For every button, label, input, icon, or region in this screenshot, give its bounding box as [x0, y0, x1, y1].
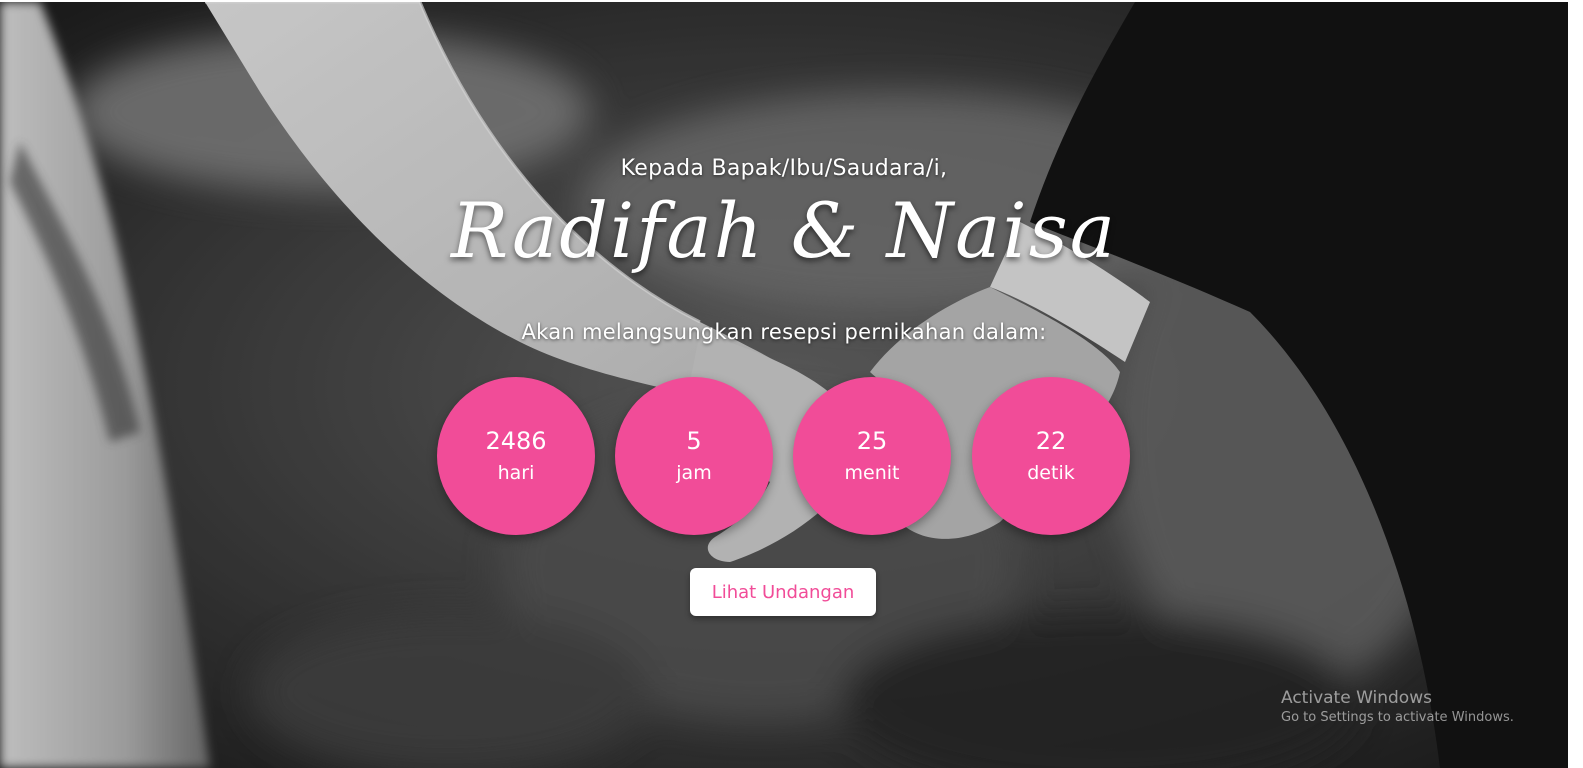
greeting-text: Kepada Bapak/Ibu/Saudara/i,	[620, 156, 948, 181]
countdown-minutes-label: menit	[844, 462, 900, 484]
countdown-minutes-value: 25	[856, 427, 888, 455]
hero-section: Kepada Bapak/Ibu/Saudara/i, Radifah & Na…	[0, 2, 1568, 768]
countdown-seconds: 22 detik	[972, 377, 1130, 535]
view-invitation-button[interactable]: Lihat Undangan	[690, 568, 876, 616]
reception-subtitle: Akan melangsungkan resepsi pernikahan da…	[521, 320, 1047, 344]
countdown-days-label: hari	[497, 462, 535, 484]
countdown-timer: 2486 hari 5 jam 25 menit 22 detik	[437, 377, 1131, 535]
couple-names-title: Radifah & Naisa	[450, 186, 1118, 275]
countdown-days-value: 2486	[485, 427, 547, 455]
watermark-subtitle: Go to Settings to activate Windows.	[1281, 710, 1514, 725]
countdown-hours-label: jam	[676, 462, 712, 484]
countdown-hours-value: 5	[686, 427, 702, 455]
countdown-seconds-value: 22	[1035, 427, 1067, 455]
watermark-title: Activate Windows	[1281, 688, 1432, 708]
countdown-days: 2486 hari	[437, 377, 595, 535]
countdown-hours: 5 jam	[615, 377, 773, 535]
countdown-seconds-label: detik	[1027, 462, 1075, 484]
invitation-content: Kepada Bapak/Ibu/Saudara/i, Radifah & Na…	[0, 2, 1568, 768]
windows-activation-watermark: Activate Windows Go to Settings to activ…	[1281, 687, 1514, 727]
countdown-minutes: 25 menit	[793, 377, 951, 535]
